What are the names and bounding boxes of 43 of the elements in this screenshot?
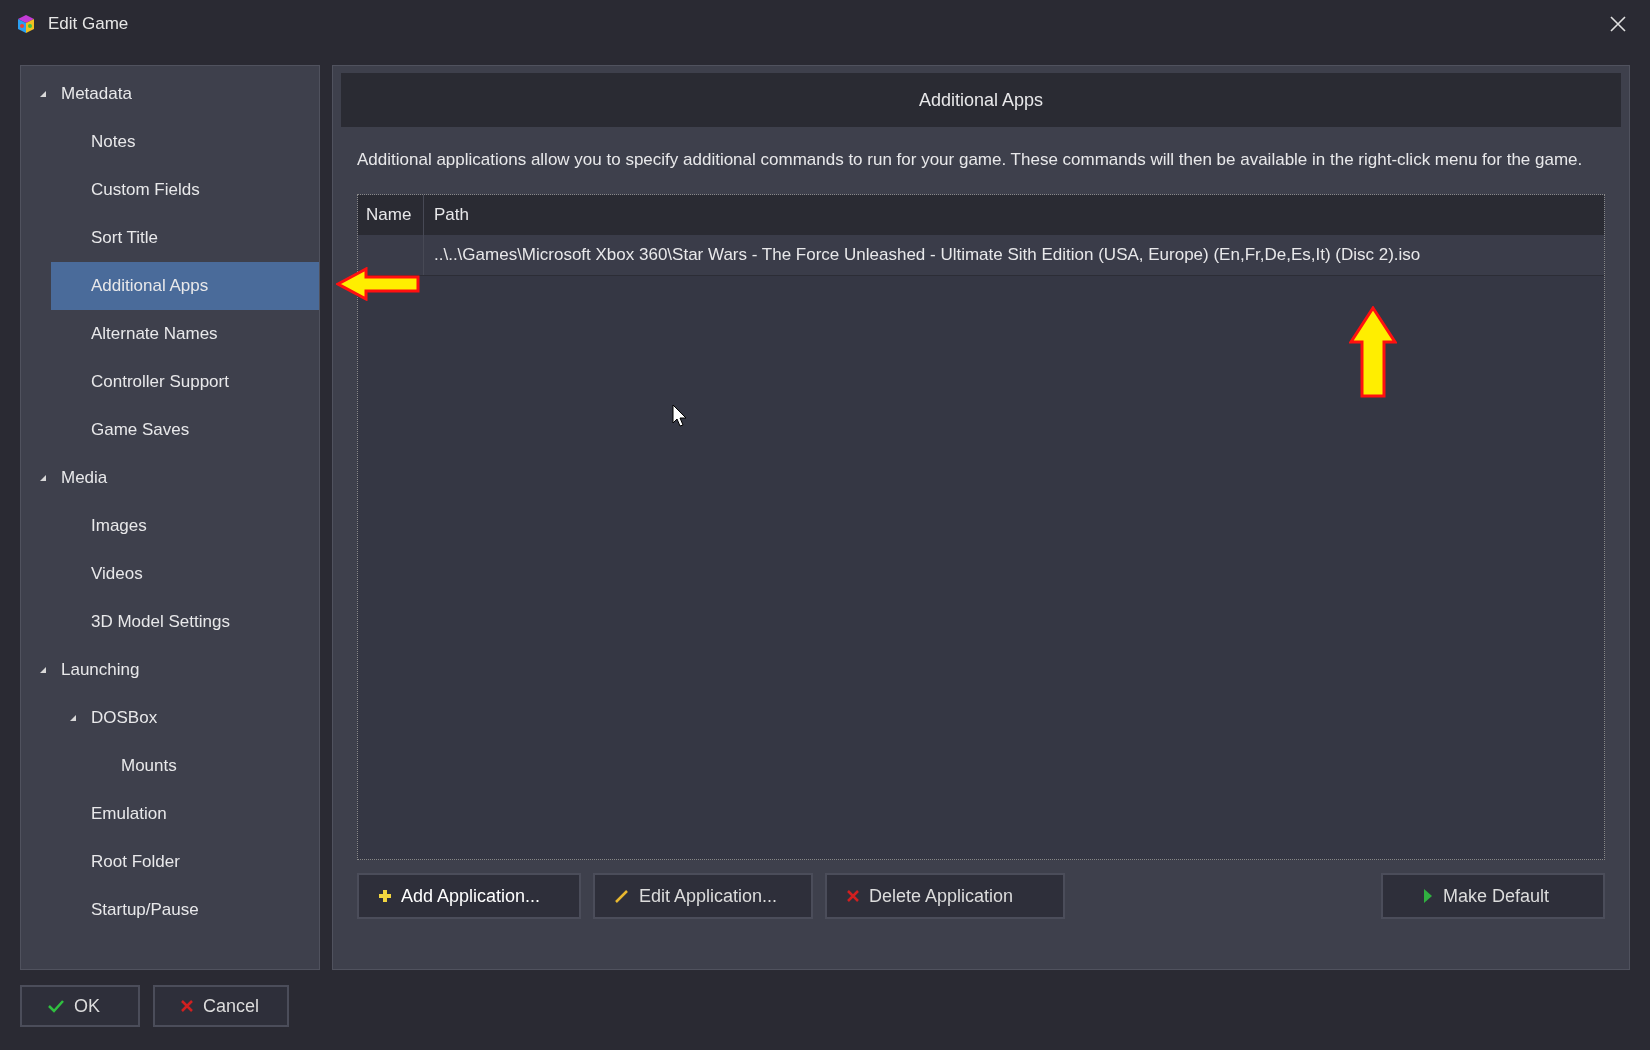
action-button[interactable]: Delete Application <box>825 873 1065 919</box>
expand-triangle-icon[interactable] <box>39 666 47 674</box>
mouse-cursor-icon <box>672 404 688 428</box>
expand-triangle-icon[interactable] <box>39 90 47 98</box>
close-icon[interactable] <box>1610 16 1626 32</box>
tree-item[interactable]: Images <box>51 502 319 550</box>
expand-triangle-icon[interactable] <box>39 474 47 482</box>
plus-icon <box>379 890 391 902</box>
tree-item[interactable]: Sort Title <box>51 214 319 262</box>
action-button[interactable]: Make Default <box>1381 873 1605 919</box>
checkmark-icon <box>48 999 64 1013</box>
action-button[interactable]: Add Application... <box>357 873 581 919</box>
tree-item[interactable]: 3D Model Settings <box>51 598 319 646</box>
tree-item[interactable]: DOSBox <box>51 694 319 742</box>
tree-item[interactable]: Additional Apps <box>51 262 319 310</box>
path-cell-text: ..\..\Games\Microsoft Xbox 360\Star Wars - The Force Unleashed - Ultimate Sith Edition (USA, Europe) (En,Fr,De,Es,It) (Disc 2).iso <box>433 244 1422 266</box>
table-row[interactable]: ..\..\Games\Microsoft Xbox 360\Star Wars - The Force Unleashed - Ultimate Sith Edition (USA, Europe) (En,Fr,De,Es,It) (Disc 2).iso <box>358 235 1604 276</box>
tree-item[interactable]: Launching <box>21 646 319 694</box>
play-icon <box>1423 889 1433 903</box>
action-button[interactable]: Edit Application... <box>593 873 813 919</box>
tree-item[interactable]: Mounts <box>81 742 319 790</box>
expand-triangle-icon[interactable] <box>69 714 77 722</box>
tree-item[interactable]: Videos <box>51 550 319 598</box>
tree-item[interactable]: Metadata <box>21 70 319 118</box>
tree-item[interactable]: Game Saves <box>51 406 319 454</box>
cube-logo-icon <box>16 14 36 34</box>
tree-item[interactable]: Media <box>21 454 319 502</box>
description-text: Additional applications allow you to specify additional commands to run for your game. These commands will then be available in the right-click menu for the game. <box>357 149 1584 171</box>
tree-item[interactable]: Startup/Pause <box>51 886 319 934</box>
tree-item[interactable]: Alternate Names <box>51 310 319 358</box>
tree-item[interactable]: Root Folder <box>51 838 319 886</box>
column-header[interactable]: Path <box>424 195 1604 235</box>
panel-header: Additional Apps <box>341 73 1621 127</box>
dialog-button[interactable]: OK <box>20 985 140 1027</box>
pencil-icon <box>615 889 629 903</box>
tree-item[interactable]: Custom Fields <box>51 166 319 214</box>
x-icon <box>847 890 859 902</box>
dialog-button[interactable]: Cancel <box>153 985 289 1027</box>
tree-item[interactable]: Emulation <box>51 790 319 838</box>
tree-item[interactable]: Controller Support <box>51 358 319 406</box>
window-title: Edit Game <box>48 14 129 34</box>
x-icon <box>181 1000 193 1012</box>
tree-item[interactable]: Notes <box>51 118 319 166</box>
